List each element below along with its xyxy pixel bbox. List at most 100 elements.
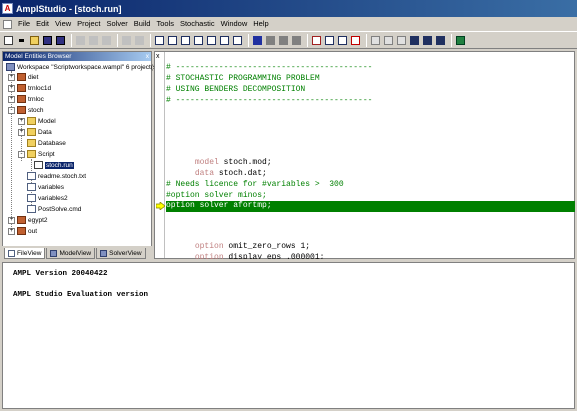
tool-button-8[interactable]: [265, 35, 276, 46]
tool-button-6[interactable]: [219, 35, 230, 46]
collapse-icon[interactable]: -: [8, 106, 15, 114]
tool-button-14[interactable]: [350, 35, 361, 46]
tree-item-trnloc[interactable]: + trnloc: [8, 94, 44, 104]
menu-project[interactable]: Project: [74, 17, 103, 31]
menu-file[interactable]: File: [15, 17, 33, 31]
window-icon: [181, 35, 190, 45]
tree-item-script[interactable]: - Script: [18, 149, 55, 159]
selected-label: stoch.run: [45, 161, 74, 169]
solve-button[interactable]: [252, 35, 263, 46]
tree-item-model[interactable]: + Model: [18, 116, 56, 126]
menu-solver[interactable]: Solver: [104, 17, 131, 31]
arrow-icon: [292, 35, 301, 45]
save-all-button[interactable]: [55, 35, 66, 46]
menu-stochastic[interactable]: Stochastic: [177, 17, 218, 31]
project-icon: [17, 216, 26, 224]
expand-icon[interactable]: +: [8, 227, 15, 235]
window-title: AmplStudio - [stoch.run]: [16, 3, 122, 14]
close-icon[interactable]: x: [156, 53, 160, 60]
tool-button-18[interactable]: [409, 35, 420, 46]
new-dropdown-button[interactable]: [16, 35, 27, 46]
expand-icon[interactable]: +: [8, 73, 15, 81]
menu-tools[interactable]: Tools: [153, 17, 177, 31]
menu-view[interactable]: View: [52, 17, 74, 31]
tool-button-12[interactable]: [324, 35, 335, 46]
menu-edit[interactable]: Edit: [33, 17, 52, 31]
tree-item-variables[interactable]: variables: [27, 182, 64, 192]
expand-icon[interactable]: +: [8, 216, 15, 224]
tool-button-7[interactable]: [232, 35, 243, 46]
expand-icon[interactable]: +: [18, 128, 25, 136]
save-button[interactable]: [42, 35, 53, 46]
tree-item-egypt2[interactable]: + egypt2: [8, 215, 48, 225]
tree-item-out[interactable]: + out: [8, 226, 37, 236]
new-file-button[interactable]: [3, 35, 14, 46]
output-line: AMPL Version 20040422: [13, 270, 108, 278]
close-icon[interactable]: x: [146, 52, 151, 61]
output-console[interactable]: AMPL Version 20040422 AMPL Studio Evalua…: [2, 262, 575, 409]
current-line-arrow-icon: [156, 202, 165, 210]
tab-solverview[interactable]: SolverView: [96, 248, 146, 259]
bookmark-icon: [410, 35, 419, 45]
tool-button-20[interactable]: [435, 35, 446, 46]
tool-button-11[interactable]: [311, 35, 322, 46]
file-icon: [27, 172, 36, 180]
menu-help[interactable]: Help: [250, 17, 271, 31]
window-icon: [233, 35, 242, 45]
copy-button[interactable]: [88, 35, 99, 46]
green-book-icon: [456, 35, 465, 45]
current-line-highlight: option solver afortmp;: [166, 201, 575, 212]
undo-button[interactable]: [121, 35, 132, 46]
tree-item-stoch[interactable]: - stoch: [8, 105, 44, 115]
tool-button-19[interactable]: [422, 35, 433, 46]
expand-icon[interactable]: +: [8, 84, 15, 92]
tree-item-diet[interactable]: + diet: [8, 72, 38, 82]
menu-build[interactable]: Build: [131, 17, 154, 31]
tree-item-database[interactable]: Database: [27, 138, 66, 148]
paste-button[interactable]: [101, 35, 112, 46]
tool-button-9[interactable]: [278, 35, 289, 46]
tool-button-2[interactable]: [167, 35, 178, 46]
open-button[interactable]: [29, 35, 40, 46]
tab-fileview[interactable]: FileView: [4, 248, 46, 259]
window-icon: [207, 35, 216, 45]
tree-item-postsolve[interactable]: PostSolve.cmd: [27, 204, 81, 214]
tool-button-15[interactable]: [370, 35, 381, 46]
project-icon: [17, 106, 26, 114]
window-icon: [155, 35, 164, 45]
panel-header: Model Entities Browser x: [3, 52, 151, 61]
tool-button-1[interactable]: [154, 35, 165, 46]
document-icon: [371, 35, 380, 45]
delete-icon: [351, 35, 360, 45]
tool-button-5[interactable]: [206, 35, 217, 46]
cut-button[interactable]: [75, 35, 86, 46]
tool-button-16[interactable]: [383, 35, 394, 46]
document-icon[interactable]: [3, 19, 12, 29]
document-icon: [397, 35, 406, 45]
tool-button-21[interactable]: [455, 35, 466, 46]
tool-button-13[interactable]: [337, 35, 348, 46]
tool-button-17[interactable]: [396, 35, 407, 46]
arrow-icon: [266, 35, 275, 45]
workspace-node[interactable]: Workspace "Scriptworkspace.wampl" 6 proj…: [6, 62, 158, 72]
tool-button-4[interactable]: [193, 35, 204, 46]
tab-modelview[interactable]: ModelView: [46, 248, 96, 259]
tree-item-variables2[interactable]: variables2: [27, 193, 68, 203]
tree-item-readme[interactable]: readme.stoch.txt: [27, 171, 86, 181]
code-line: # Needs licence for #variables > 300: [166, 180, 344, 189]
tree-item-stoch-run[interactable]: stoch.run: [34, 160, 74, 170]
menu-window[interactable]: Window: [218, 17, 251, 31]
code-line: # --------------------------------------…: [166, 96, 373, 105]
menu-bar: File Edit View Project Solver Build Tool…: [0, 17, 577, 31]
expand-icon[interactable]: +: [8, 95, 15, 103]
code-editor[interactable]: x # ------------------------------------…: [154, 51, 575, 262]
tool-button-10[interactable]: [291, 35, 302, 46]
tree-item-trnloc1d[interactable]: + trnloc1d: [8, 83, 51, 93]
redo-button[interactable]: [134, 35, 145, 46]
folder-icon: [27, 150, 36, 158]
collapse-icon[interactable]: -: [18, 150, 25, 158]
expand-icon[interactable]: +: [18, 117, 25, 125]
tool-button-3[interactable]: [180, 35, 191, 46]
editor-margin[interactable]: x: [155, 52, 165, 258]
tree-item-data[interactable]: + Data: [18, 127, 52, 137]
